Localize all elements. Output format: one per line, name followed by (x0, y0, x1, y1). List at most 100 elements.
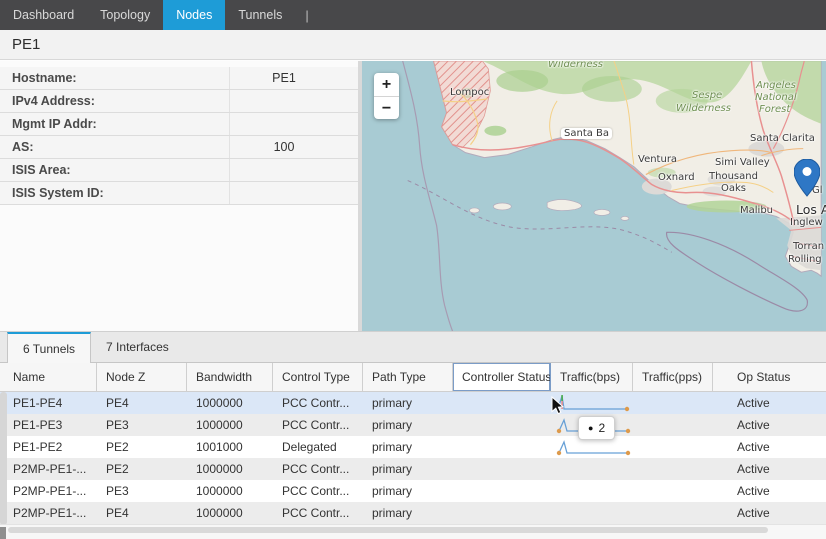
cell-bandwidth: 1000000 (187, 458, 273, 480)
cell-traffic-pps (633, 458, 713, 480)
cell-traffic-pps (633, 502, 713, 524)
cell-control-type: PCC Contr... (273, 458, 363, 480)
mouse-cursor-icon (551, 396, 565, 415)
map-label-los-angeles: Los A (796, 202, 826, 217)
column-header-bandwidth[interactable]: Bandwidth (187, 363, 273, 391)
map-label-national: National (755, 92, 797, 103)
cell-op-status: Active (713, 502, 826, 524)
nav-item-nodes[interactable]: Nodes (163, 0, 225, 30)
horizontal-scrollbar-track[interactable] (0, 524, 826, 539)
cell-path-type: primary (363, 414, 453, 436)
horizontal-scrollbar-thumb[interactable] (8, 527, 768, 533)
cell-bandwidth: 1001000 (187, 436, 273, 458)
column-header-traffic-pps[interactable]: Traffic(pps) (633, 363, 713, 391)
cell-control-type: PCC Contr... (273, 480, 363, 502)
detail-label: AS: (0, 136, 229, 158)
map-label-oaks: Oaks (721, 183, 746, 194)
map-label-santa-clarita: Santa Clarita (750, 133, 815, 144)
detail-value: PE1 (229, 67, 358, 89)
cell-controller-status (453, 502, 551, 524)
cell-controller-status (453, 436, 551, 458)
map-label-angeles: Angeles (756, 80, 796, 91)
column-header-control-type[interactable]: Control Type (273, 363, 363, 391)
map-label-malibu: Malibu (740, 205, 773, 216)
app-window: Dashboard Topology Nodes Tunnels | PE1 H… (0, 0, 826, 539)
map-panel[interactable]: Wilderness Lompoc Santa Ba Sespe Wildern… (362, 61, 826, 331)
scrollbar-corner (0, 527, 6, 539)
map-label-sespe: Sespe (692, 90, 722, 101)
map-label-oxnard: Oxnard (658, 172, 695, 183)
column-header-path-type[interactable]: Path Type (363, 363, 453, 391)
cell-traffic-bps (551, 502, 633, 524)
table-row[interactable]: P2MP-PE1-... PE2 1000000 PCC Contr... pr… (0, 458, 826, 480)
column-header-traffic-bps[interactable]: Traffic(bps) (551, 363, 633, 391)
zoom-in-button[interactable]: + (374, 73, 399, 96)
column-header-node-z[interactable]: Node Z (97, 363, 187, 391)
cell-control-type: PCC Contr... (273, 392, 363, 414)
cell-node-z: PE2 (97, 458, 187, 480)
traffic-sparkline[interactable] (555, 393, 633, 413)
cell-node-z: PE3 (97, 414, 187, 436)
cell-path-type: primary (363, 480, 453, 502)
cell-node-z: PE2 (97, 436, 187, 458)
map-label-santa-barbara: Santa Ba (561, 128, 612, 139)
sparkline-tooltip: ● 2 (578, 416, 615, 440)
traffic-sparkline[interactable] (555, 437, 633, 457)
map-label-wilderness-top: Wilderness (548, 61, 603, 70)
cell-traffic-pps (633, 436, 713, 458)
cell-controller-status (453, 480, 551, 502)
page-title: PE1 (0, 36, 40, 53)
map-marker-icon[interactable] (794, 159, 820, 197)
tab-tunnels[interactable]: 6 Tunnels (7, 332, 91, 363)
cell-controller-status (453, 458, 551, 480)
cell-op-status: Active (713, 414, 826, 436)
detail-label: Hostname: (0, 67, 229, 89)
cell-name: PE1-PE3 (0, 414, 97, 436)
nav-item-dashboard[interactable]: Dashboard (0, 0, 87, 30)
cell-bandwidth: 1000000 (187, 502, 273, 524)
detail-value (229, 159, 358, 181)
cell-controller-status (453, 414, 551, 436)
table-row[interactable]: PE1-PE3 PE3 1000000 PCC Contr... primary… (0, 414, 826, 436)
title-bar: PE1 (0, 30, 826, 60)
cell-op-status: Active (713, 392, 826, 414)
vertical-scrollbar[interactable] (0, 392, 7, 525)
cell-path-type: primary (363, 436, 453, 458)
cell-node-z: PE4 (97, 392, 187, 414)
column-header-controller-status[interactable]: Controller Status (453, 363, 551, 391)
cell-control-type: Delegated (273, 436, 363, 458)
column-header-name[interactable]: Name (0, 363, 97, 391)
column-header-op-status[interactable]: Op Status (713, 363, 826, 391)
detail-label: Mgmt IP Addr: (0, 113, 229, 135)
cell-op-status: Active (713, 480, 826, 502)
cell-op-status: Active (713, 458, 826, 480)
cell-name: P2MP-PE1-... (0, 458, 97, 480)
table-row[interactable]: P2MP-PE1-... PE4 1000000 PCC Contr... pr… (0, 502, 826, 524)
table-row[interactable]: P2MP-PE1-... PE3 1000000 PCC Contr... pr… (0, 480, 826, 502)
cell-controller-status (453, 392, 551, 414)
cell-control-type: PCC Contr... (273, 414, 363, 436)
detail-value (229, 90, 358, 112)
detail-row: IPv4 Address: (0, 90, 358, 113)
nav-item-tunnels[interactable]: Tunnels (225, 0, 295, 30)
cell-traffic-pps (633, 414, 713, 436)
cell-traffic-pps (633, 392, 713, 414)
nav-item-topology[interactable]: Topology (87, 0, 163, 30)
content-area: Hostname: PE1 IPv4 Address: Mgmt IP Addr… (0, 61, 826, 331)
nav-separator: | (295, 0, 318, 30)
tooltip-dot-icon: ● (588, 423, 593, 433)
map-label-lompoc: Lompoc (450, 87, 489, 98)
table-row[interactable]: PE1-PE2 PE2 1001000 Delegated primary Ac… (0, 436, 826, 458)
cell-traffic-bps (551, 480, 633, 502)
table-row[interactable]: PE1-PE4 PE4 1000000 PCC Contr... primary… (0, 392, 826, 414)
zoom-out-button[interactable]: − (374, 96, 399, 119)
map-label-thousand: Thousand (709, 171, 758, 182)
cell-node-z: PE4 (97, 502, 187, 524)
cell-traffic-pps (633, 480, 713, 502)
tab-interfaces[interactable]: 7 Interfaces (91, 332, 184, 362)
map-label-sespe-wilderness: Wilderness (676, 103, 731, 114)
detail-label: IPv4 Address: (0, 90, 229, 112)
map-label-rolling-hills: Rolling (788, 254, 822, 265)
map-label-ventura: Ventura (638, 154, 677, 165)
map-label-torrance: Torran (793, 241, 824, 252)
